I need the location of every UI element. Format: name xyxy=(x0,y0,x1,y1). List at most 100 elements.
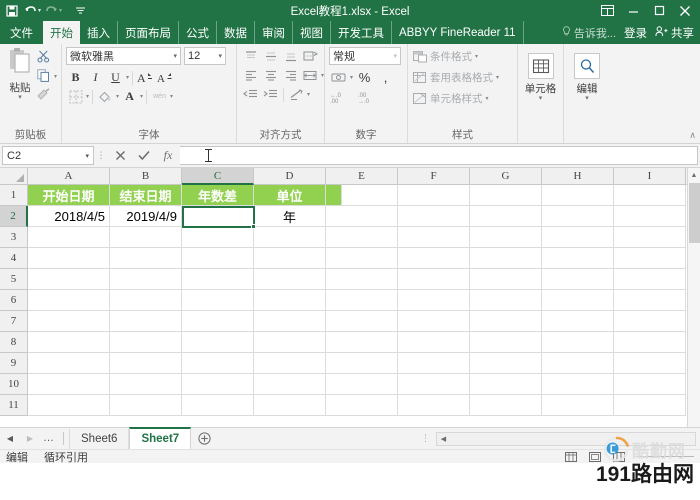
cell-e7[interactable] xyxy=(326,311,398,332)
column-header-row[interactable]: A B C D E F G H I xyxy=(0,168,700,185)
merge-cells-button[interactable] xyxy=(301,66,320,85)
cell-c5[interactable] xyxy=(182,269,254,290)
format-painter-button[interactable] xyxy=(36,87,57,104)
borders-dropdown-icon[interactable]: ▾ xyxy=(86,93,89,100)
table-row[interactable] xyxy=(28,374,700,395)
accounting-format-button[interactable] xyxy=(329,68,348,87)
maximize-icon[interactable] xyxy=(646,1,672,21)
orientation-button[interactable] xyxy=(301,47,320,66)
cell-f10[interactable] xyxy=(398,374,470,395)
normal-view-icon[interactable] xyxy=(564,451,578,463)
cell-g1[interactable] xyxy=(470,185,542,206)
sheet-more-icon[interactable]: … xyxy=(43,432,55,444)
shrink-font-button[interactable]: A xyxy=(156,68,175,87)
cell-b6[interactable] xyxy=(110,290,182,311)
page-break-view-icon[interactable] xyxy=(612,451,626,463)
cell-a11[interactable] xyxy=(28,395,110,416)
cell-i5[interactable] xyxy=(614,269,686,290)
cell-e3[interactable] xyxy=(326,227,398,248)
row-header-11[interactable]: 11 xyxy=(0,395,28,416)
cell-h8[interactable] xyxy=(542,332,614,353)
ribbon-right-actions[interactable]: 告诉我... 登录 共享 xyxy=(562,21,700,44)
cell-styles-dropdown-icon[interactable]: ▾ xyxy=(486,95,489,102)
column-header-f[interactable]: F xyxy=(398,168,470,184)
cell-f3[interactable] xyxy=(398,227,470,248)
cell-h9[interactable] xyxy=(542,353,614,374)
horizontal-scrollbar[interactable]: ◀ xyxy=(436,431,696,446)
paste-button[interactable]: 粘贴 ▾ xyxy=(4,47,36,101)
cell-i10[interactable] xyxy=(614,374,686,395)
sheet-prev-icon[interactable]: ◀ xyxy=(3,434,17,443)
row-header-6[interactable]: 6 xyxy=(0,290,28,311)
cell-h3[interactable] xyxy=(542,227,614,248)
cell-h6[interactable] xyxy=(542,290,614,311)
cell-b2[interactable]: 2019/4/9 xyxy=(110,206,182,227)
column-header-g[interactable]: G xyxy=(470,168,542,184)
cell-a10[interactable] xyxy=(28,374,110,395)
cell-i7[interactable] xyxy=(614,311,686,332)
cell-c1[interactable]: 年数差 xyxy=(182,185,254,206)
column-header-i[interactable]: I xyxy=(614,168,686,184)
table-row[interactable] xyxy=(28,353,700,374)
cell-c11[interactable] xyxy=(182,395,254,416)
sign-in-button[interactable]: 登录 xyxy=(624,25,647,41)
spreadsheet-grid[interactable]: A B C D E F G H I 1 2 3 4 5 6 7 8 9 10 1… xyxy=(0,168,700,427)
redo-icon[interactable] xyxy=(43,3,59,19)
scroll-up-icon[interactable]: ▲ xyxy=(688,168,700,182)
window-controls[interactable] xyxy=(594,1,700,21)
ribbon-tab-developer[interactable]: 开发工具 xyxy=(331,21,392,44)
cell-g3[interactable] xyxy=(470,227,542,248)
cell-g11[interactable] xyxy=(470,395,542,416)
cell-b3[interactable] xyxy=(110,227,182,248)
ribbon-tab-home[interactable]: 开始 xyxy=(43,21,80,44)
name-box-chevron-down-icon[interactable]: ▾ xyxy=(85,152,89,160)
cell-f5[interactable] xyxy=(398,269,470,290)
cell-f6[interactable] xyxy=(398,290,470,311)
grow-font-button[interactable]: A xyxy=(136,68,155,87)
cell-d6[interactable] xyxy=(254,290,326,311)
cancel-formula-icon[interactable] xyxy=(108,146,132,165)
cell-g9[interactable] xyxy=(470,353,542,374)
ribbon-tab-review[interactable]: 审阅 xyxy=(255,21,293,44)
font-size-chevron-down-icon[interactable]: ▾ xyxy=(218,52,222,60)
bold-button[interactable]: B xyxy=(66,68,85,87)
save-icon[interactable] xyxy=(4,3,20,19)
cell-e4[interactable] xyxy=(326,248,398,269)
cell-d8[interactable] xyxy=(254,332,326,353)
cells-area[interactable]: 开始日期 结束日期 年数差 单位 2018/4/5 2019/4/9 年 xyxy=(28,185,700,416)
cell-a9[interactable] xyxy=(28,353,110,374)
comma-format-button[interactable]: , xyxy=(376,68,395,87)
redo-dropdown-icon[interactable]: ▾ xyxy=(59,7,62,14)
cell-a7[interactable] xyxy=(28,311,110,332)
cell-b10[interactable] xyxy=(110,374,182,395)
align-right-button[interactable] xyxy=(281,66,300,85)
font-color-button[interactable]: A xyxy=(120,87,139,106)
column-header-c[interactable]: C xyxy=(182,168,254,185)
cell-e5[interactable] xyxy=(326,269,398,290)
align-top-button[interactable] xyxy=(241,47,260,66)
cell-i3[interactable] xyxy=(614,227,686,248)
column-header-h[interactable]: H xyxy=(542,168,614,184)
row-header-3[interactable]: 3 xyxy=(0,227,28,248)
cell-e9[interactable] xyxy=(326,353,398,374)
cell-g2[interactable] xyxy=(470,206,542,227)
cut-button[interactable] xyxy=(36,49,57,66)
column-header-b[interactable]: B xyxy=(110,168,182,184)
insert-function-icon[interactable]: fx xyxy=(156,146,180,165)
ribbon-tab-formulas[interactable]: 公式 xyxy=(179,21,217,44)
undo-icon[interactable] xyxy=(22,3,38,19)
sheet-tab-sheet6[interactable]: Sheet6 xyxy=(69,429,130,449)
cell-i6[interactable] xyxy=(614,290,686,311)
fill-color-button[interactable] xyxy=(96,87,115,106)
italic-button[interactable]: I xyxy=(86,68,105,87)
cell-b9[interactable] xyxy=(110,353,182,374)
formula-input[interactable] xyxy=(180,146,698,165)
table-row[interactable]: 开始日期 结束日期 年数差 单位 xyxy=(28,185,700,206)
cell-i2[interactable] xyxy=(614,206,686,227)
customize-qat-icon[interactable] xyxy=(72,3,88,19)
cell-f2[interactable] xyxy=(398,206,470,227)
sheet-tab-sheet7[interactable]: Sheet7 xyxy=(129,427,192,449)
cells-dropdown-icon[interactable]: ▾ xyxy=(539,95,543,102)
cell-c3[interactable] xyxy=(182,227,254,248)
row-header-7[interactable]: 7 xyxy=(0,311,28,332)
